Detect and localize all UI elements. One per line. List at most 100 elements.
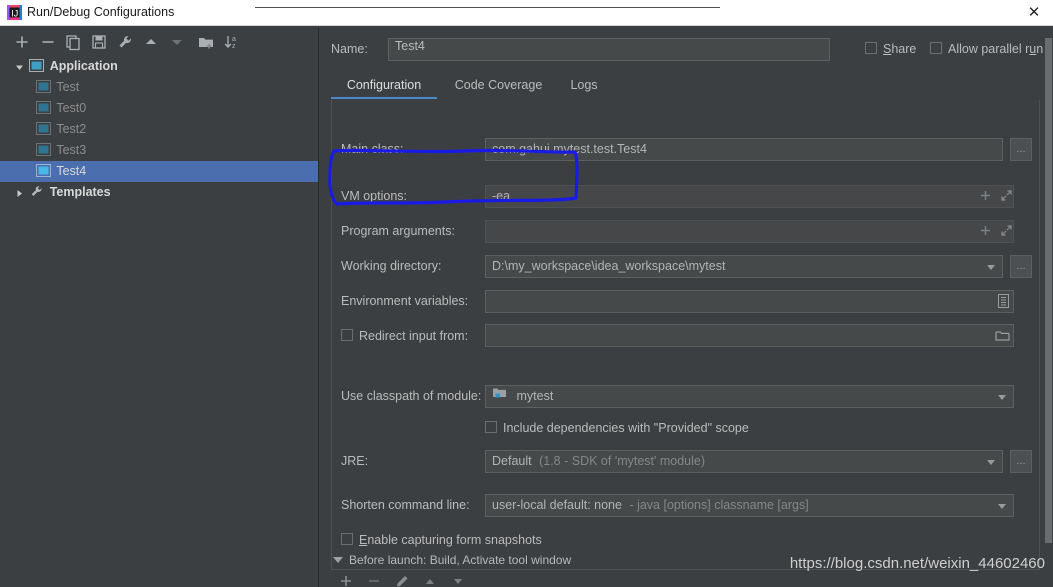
redirect-input-row: Redirect input from: [332, 324, 1041, 348]
environment-variables-edit-icon[interactable] [998, 294, 1009, 311]
tree-item-application[interactable]: Application [0, 56, 318, 77]
environment-variables-input[interactable] [485, 290, 1014, 313]
create-folder-button[interactable] [196, 32, 216, 52]
remove-task-button[interactable] [367, 575, 381, 587]
working-directory-dropdown-button[interactable] [981, 256, 1001, 277]
chevron-down-icon [998, 504, 1006, 509]
jre-dropdown[interactable]: Default (1.8 - SDK of 'mytest' module) [485, 450, 1003, 473]
tree-item-test[interactable]: Test [0, 77, 318, 98]
application-icon [36, 79, 53, 94]
tree-item-test0[interactable]: Test0 [0, 98, 318, 119]
tree-item-label: Test4 [56, 164, 87, 179]
name-input[interactable]: Test4 [388, 38, 830, 61]
use-classpath-dropdown-button[interactable] [992, 386, 1012, 407]
redirect-input-label: Redirect input from: [359, 328, 469, 343]
shorten-command-line-dropdown[interactable]: user-local default: none - java [options… [485, 494, 1014, 517]
working-directory-browse-button[interactable]: ... [1010, 255, 1032, 278]
program-arguments-expand-button[interactable] [1000, 224, 1013, 240]
configuration-right-panel: Name: Test4 Share Allow parallel run Con… [320, 28, 1053, 587]
chevron-down-icon[interactable] [333, 557, 343, 563]
configuration-tabs: Configuration Code Coverage Logs [331, 73, 1051, 100]
before-launch-label: Before launch: Build, Activate tool wind… [349, 553, 572, 567]
vm-options-input[interactable]: -ea [485, 185, 1014, 208]
tab-logs[interactable]: Logs [560, 73, 608, 99]
share-checkbox[interactable]: Share [865, 41, 916, 56]
save-configuration-button[interactable] [89, 32, 109, 52]
shorten-command-line-dropdown-button[interactable] [992, 495, 1012, 516]
before-launch-separator [255, 7, 720, 8]
main-class-row: Main class: com.gahui.mytest.test.Test4 … [332, 138, 1041, 162]
tab-configuration[interactable]: Configuration [331, 73, 437, 99]
move-up-button[interactable] [141, 32, 161, 52]
environment-variables-row: Environment variables: [332, 290, 1041, 314]
name-input-value: Test4 [395, 39, 425, 53]
working-directory-input[interactable]: D:\my_workspace\idea_workspace\mytest [485, 255, 1003, 278]
allow-parallel-run-label: Allow parallel run [948, 41, 1044, 56]
checkbox-box [930, 41, 942, 54]
allow-parallel-run-checkbox[interactable]: Allow parallel run [930, 41, 1043, 56]
shorten-value-detail: - java [options] classname [args] [629, 498, 809, 512]
program-arguments-macro-button[interactable] [979, 224, 992, 240]
configurations-left-panel: a z Application Test Test0 Test2 Test3 T… [0, 28, 319, 587]
redirect-input-field[interactable] [485, 324, 1014, 347]
window-title-bar: IJ Run/Debug Configurations ✕ [0, 0, 1053, 26]
chevron-down-icon[interactable] [13, 56, 26, 77]
scrollbar-thumb[interactable] [1045, 38, 1052, 543]
tree-item-label: Test0 [56, 101, 87, 116]
tree-item-label: Test3 [56, 143, 87, 158]
chevron-right-icon[interactable] [13, 182, 26, 203]
move-task-down-button[interactable] [451, 575, 465, 587]
jre-dropdown-button[interactable] [981, 451, 1001, 472]
tree-item-test3[interactable]: Test3 [0, 140, 318, 161]
tab-code-coverage[interactable]: Code Coverage [441, 73, 556, 99]
copy-configuration-button[interactable] [63, 32, 83, 52]
configurations-tree[interactable]: Application Test Test0 Test2 Test3 Test4… [0, 56, 318, 226]
vm-options-macro-button[interactable] [979, 189, 992, 205]
use-classpath-dropdown[interactable]: mytest [485, 385, 1014, 408]
close-icon[interactable]: ✕ [1025, 4, 1043, 22]
svg-text:a: a [232, 36, 236, 43]
program-arguments-row: Program arguments: [332, 220, 1041, 244]
jre-value: Default [492, 454, 532, 468]
folder-icon[interactable] [995, 329, 1010, 345]
checkbox-box [341, 532, 353, 545]
jre-browse-button[interactable]: ... [1010, 450, 1032, 473]
add-task-button[interactable] [339, 575, 353, 587]
enable-snapshots-checkbox[interactable]: Enable capturing form snapshots [341, 532, 542, 547]
program-arguments-label: Program arguments: [341, 224, 455, 238]
main-class-browse-button[interactable]: ... [1010, 138, 1032, 161]
include-dependencies-checkbox[interactable]: Include dependencies with "Provided" sco… [485, 420, 749, 435]
sort-configurations-button[interactable]: a z [222, 32, 242, 52]
tree-item-test2[interactable]: Test2 [0, 119, 318, 140]
redirect-input-checkbox[interactable]: Redirect input from: [341, 328, 468, 343]
jre-label: JRE: [341, 454, 369, 468]
use-classpath-value: mytest [516, 389, 554, 404]
move-task-up-button[interactable] [423, 575, 437, 587]
move-down-button[interactable] [167, 32, 187, 52]
intellij-idea-icon: IJ [7, 5, 22, 20]
add-button[interactable] [12, 32, 32, 52]
tree-item-label: Templates [49, 185, 111, 200]
vm-options-expand-button[interactable] [1000, 189, 1013, 205]
remove-button[interactable] [38, 32, 58, 52]
svg-text:z: z [232, 43, 236, 50]
name-row: Name: Test4 Share Allow parallel run [320, 38, 1053, 62]
before-launch-toolbar [333, 575, 533, 587]
jre-value-detail: (1.8 - SDK of 'mytest' module) [539, 454, 706, 468]
main-class-input[interactable]: com.gahui.mytest.test.Test4 [485, 138, 1003, 161]
tree-item-test4[interactable]: Test4 [0, 161, 318, 182]
edit-task-button[interactable] [395, 575, 409, 587]
configurations-toolbar: a z [0, 28, 319, 55]
checkbox-box [485, 420, 497, 433]
application-icon [36, 100, 53, 115]
edit-templates-button[interactable] [115, 32, 135, 52]
tree-item-templates[interactable]: Templates [0, 182, 318, 203]
watermark-url: https://blog.csdn.net/weixin_44602460 [789, 555, 1045, 572]
program-arguments-input[interactable] [485, 220, 1014, 243]
application-icon [36, 121, 53, 136]
include-dependencies-row: Include dependencies with "Provided" sco… [332, 418, 1041, 438]
vertical-scrollbar[interactable] [1043, 30, 1053, 557]
use-classpath-label: Use classpath of module: [341, 389, 482, 403]
tree-item-label: Test2 [56, 122, 87, 137]
working-directory-label: Working directory: [341, 259, 442, 273]
